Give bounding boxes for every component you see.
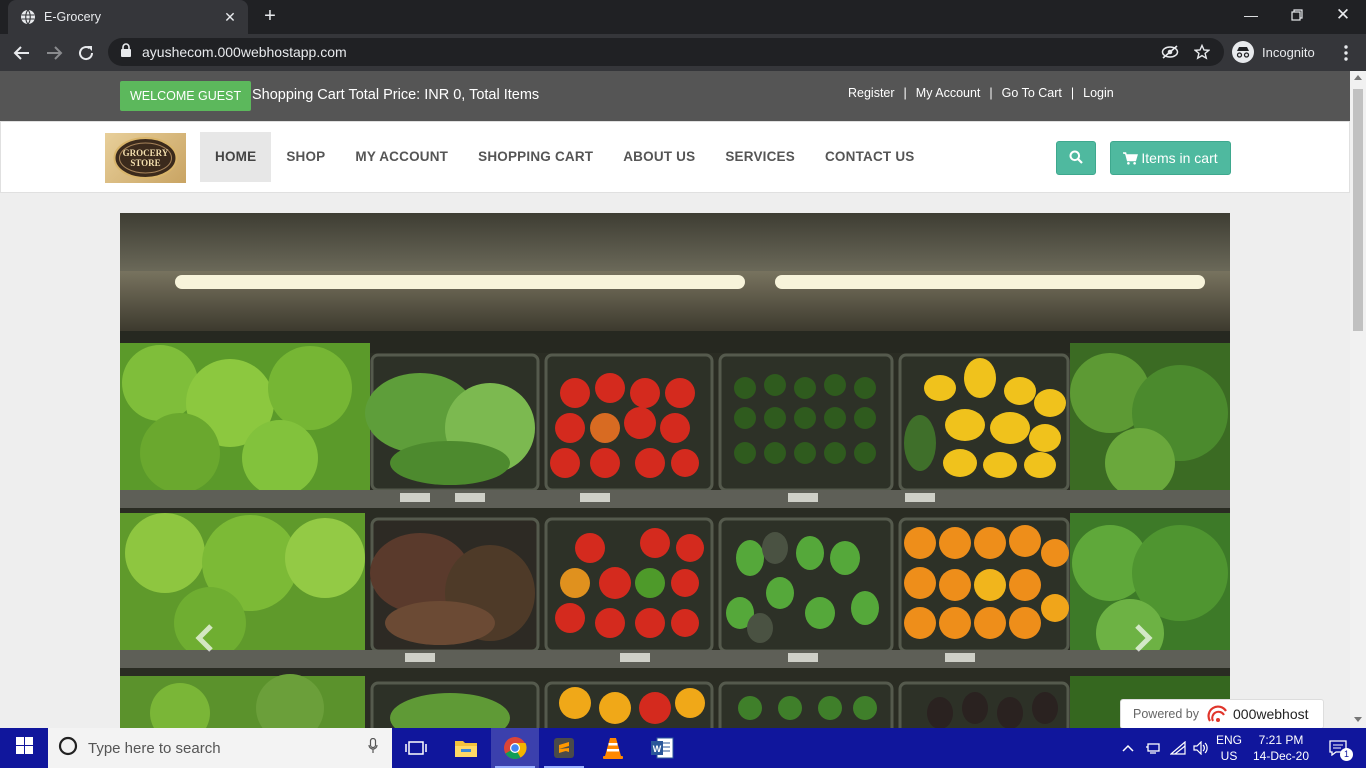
webhost-logo-icon — [1207, 704, 1229, 724]
search-button[interactable] — [1056, 141, 1096, 175]
vlc-icon[interactable] — [589, 728, 637, 768]
sublime-text-icon[interactable] — [540, 728, 588, 768]
welcome-badge: WELCOME GUEST — [120, 81, 252, 111]
new-tab-button[interactable]: + — [258, 5, 282, 29]
menu-shopping-cart[interactable]: SHOPPING CART — [463, 132, 608, 182]
primary-menu: HOME SHOP MY ACCOUNT SHOPPING CART ABOUT… — [200, 132, 929, 182]
taskbar-search-box[interactable]: Type here to search — [48, 728, 392, 768]
scroll-down-arrow-icon[interactable] — [1354, 717, 1362, 722]
carousel-next-arrow-icon[interactable] — [1128, 618, 1158, 658]
close-tab-icon[interactable]: ✕ — [222, 9, 238, 26]
clock-time: 7:21 PM — [1258, 733, 1304, 747]
browser-tab-strip: E-Grocery ✕ + — ✕ — [0, 0, 1366, 34]
items-in-cart-label: Items in cart — [1141, 150, 1218, 166]
windows-taskbar: Type here to search W ENG US 7:21 PM 14-… — [0, 728, 1366, 768]
browser-tab[interactable]: E-Grocery ✕ — [8, 0, 248, 34]
restore-window-icon[interactable] — [1274, 0, 1320, 30]
link-separator: | — [989, 86, 993, 100]
url-text: ayushecom.000webhostapp.com — [142, 44, 347, 60]
task-view-icon[interactable] — [392, 728, 440, 768]
top-links: Register | My Account | Go To Cart | Log… — [848, 86, 1114, 100]
clock[interactable]: 7:21 PM 14-Dec-20 — [1248, 728, 1314, 768]
svg-text:GROCERY: GROCERY — [123, 148, 169, 158]
browser-toolbar: ayushecom.000webhostapp.com Incognito — [0, 34, 1366, 71]
reload-icon[interactable] — [73, 40, 99, 66]
lock-icon[interactable] — [120, 42, 132, 62]
show-hidden-icons-chevron-up-icon[interactable] — [1118, 728, 1138, 768]
powered-by-brand: 000webhost — [1233, 706, 1309, 722]
menu-home[interactable]: HOME — [200, 132, 272, 182]
battery-plug-icon[interactable] — [1142, 728, 1164, 768]
search-icon — [1069, 150, 1083, 167]
hero-carousel — [120, 213, 1230, 728]
address-bar[interactable]: ayushecom.000webhostapp.com — [108, 38, 1224, 66]
globe-icon — [20, 9, 36, 25]
go-to-cart-link[interactable]: Go To Cart — [1002, 86, 1062, 100]
chrome-icon[interactable] — [491, 728, 539, 768]
page-scrollbar[interactable] — [1350, 71, 1366, 728]
grocery-store-logo[interactable]: GROCERY STORE — [105, 133, 186, 183]
menu-about-us[interactable]: ABOUT US — [608, 132, 710, 182]
register-link[interactable]: Register — [848, 86, 895, 100]
incognito-label: Incognito — [1262, 44, 1315, 60]
link-separator: | — [903, 86, 907, 100]
forward-arrow-icon[interactable] — [41, 40, 67, 66]
language-code: ENG — [1215, 733, 1242, 747]
start-button[interactable] — [0, 728, 48, 768]
language-indicator[interactable]: ENG US — [1212, 728, 1246, 768]
link-separator: | — [1070, 86, 1075, 100]
powered-by-label: Powered by — [1133, 707, 1200, 721]
my-account-link[interactable]: My Account — [916, 86, 981, 100]
bookmark-star-icon[interactable] — [1192, 42, 1212, 62]
file-explorer-icon[interactable] — [442, 728, 490, 768]
powered-by-badge[interactable]: Powered by 000webhost — [1120, 699, 1324, 728]
action-center-button[interactable]: 1 — [1318, 728, 1358, 768]
site-top-bar: WELCOME GUEST Shopping Cart Total Price:… — [0, 71, 1350, 121]
menu-services[interactable]: SERVICES — [710, 132, 810, 182]
svg-text:W: W — [653, 744, 662, 754]
clock-date: 14-Dec-20 — [1252, 749, 1310, 763]
cart-summary: Shopping Cart Total Price: INR 0, Total … — [252, 87, 540, 103]
scrollbar-thumb[interactable] — [1353, 89, 1363, 331]
close-window-icon[interactable]: ✕ — [1320, 0, 1366, 30]
main-navbar: GROCERY STORE HOME SHOP MY ACCOUNT SHOPP… — [0, 121, 1350, 193]
browser-menu-icon[interactable] — [1336, 40, 1356, 66]
notification-count: 1 — [1340, 748, 1353, 761]
menu-my-account[interactable]: MY ACCOUNT — [340, 132, 463, 182]
svg-text:STORE: STORE — [130, 158, 160, 168]
incognito-indicator[interactable]: Incognito — [1232, 38, 1315, 66]
menu-contact-us[interactable]: CONTACT US — [810, 132, 930, 182]
page-viewport: WELCOME GUEST Shopping Cart Total Price:… — [0, 71, 1366, 728]
login-link[interactable]: Login — [1083, 86, 1114, 100]
menu-shop[interactable]: SHOP — [271, 132, 340, 182]
wifi-icon[interactable] — [1167, 728, 1189, 768]
eye-slash-icon[interactable] — [1160, 42, 1180, 62]
tab-title: E-Grocery — [44, 10, 101, 24]
microphone-icon[interactable] — [368, 737, 378, 759]
scroll-up-arrow-icon[interactable] — [1354, 75, 1362, 80]
windows-logo-icon — [15, 737, 33, 759]
cortana-circle-icon — [58, 736, 78, 761]
language-region: US — [1220, 749, 1238, 763]
items-in-cart-button[interactable]: Items in cart — [1110, 141, 1231, 175]
incognito-icon — [1232, 41, 1254, 63]
taskbar-search-placeholder: Type here to search — [88, 739, 221, 757]
shopping-cart-icon — [1123, 151, 1139, 165]
word-icon[interactable]: W — [638, 728, 686, 768]
back-arrow-icon[interactable] — [9, 40, 35, 66]
minimize-window-icon[interactable]: — — [1228, 0, 1274, 30]
carousel-prev-arrow-icon[interactable] — [190, 618, 220, 658]
notification-icon: 1 — [1329, 740, 1353, 761]
volume-icon[interactable] — [1190, 728, 1212, 768]
vegetable-shelf-image — [120, 213, 1230, 728]
